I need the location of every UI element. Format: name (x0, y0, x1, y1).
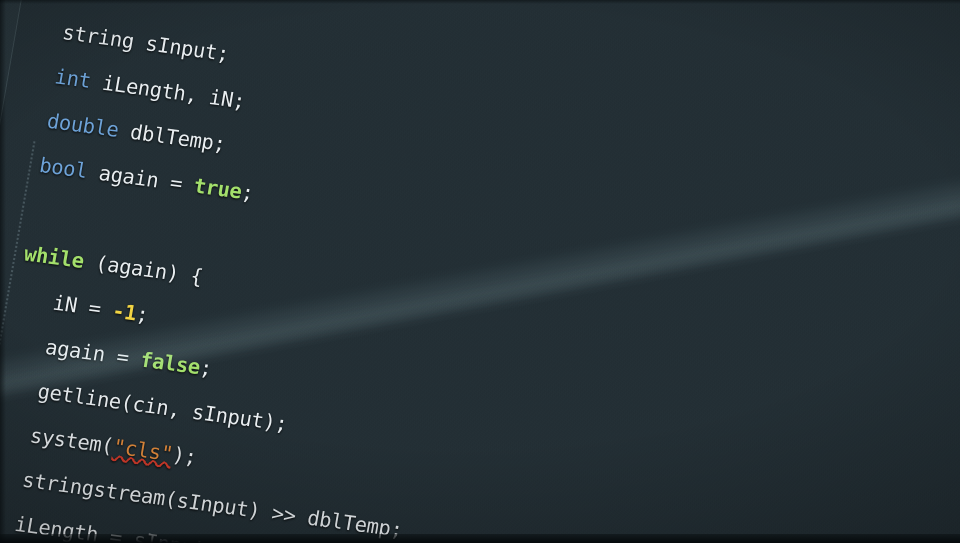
code-token: "cls" (111, 434, 175, 467)
code-token: again = (85, 158, 197, 198)
code-token: while (22, 241, 86, 274)
code-token: double (45, 108, 121, 142)
code-line[interactable]: again = false; (43, 334, 213, 380)
code-line[interactable]: iN = -1; (51, 290, 150, 327)
code-token: system( (28, 422, 116, 459)
code-line[interactable]: while (again) { (22, 241, 204, 289)
code-token: string (60, 19, 137, 54)
code-token: ; (134, 301, 151, 328)
code-line[interactable]: double dblTemp; (45, 108, 227, 156)
code-token: int (52, 64, 93, 93)
code-token: sInput; (131, 29, 231, 67)
code-editor-screenshot: 5165175185195205215225235245255265275285… (0, 0, 960, 543)
code-token: ); (170, 442, 199, 470)
code-line[interactable]: bool again = true; (38, 153, 256, 206)
code-text-area[interactable]: string sInput; int iLength, iN; double dbl… (0, 0, 960, 543)
code-token: getline(cin, sInput); (35, 378, 290, 437)
code-line[interactable]: system("cls"); (28, 423, 198, 469)
code-token: bool (37, 152, 90, 184)
code-token: ; (239, 179, 256, 206)
code-line[interactable]: int iLength, iN; (53, 64, 247, 113)
code-token: ; (197, 355, 214, 381)
code-line[interactable]: getline(cin, sInput); (36, 379, 289, 436)
code-token: iLength, iN; (88, 68, 248, 114)
code-token: iN = (51, 290, 115, 323)
editor-plane: 5165175185195205215225235245255265275285… (0, 0, 960, 543)
code-token: dblTemp; (116, 117, 228, 157)
code-token: (again) { (81, 249, 205, 290)
code-token: false (138, 347, 203, 380)
code-line[interactable]: string sInput; (61, 20, 231, 66)
code-token: again = (43, 334, 143, 372)
code-token: true (191, 173, 244, 204)
